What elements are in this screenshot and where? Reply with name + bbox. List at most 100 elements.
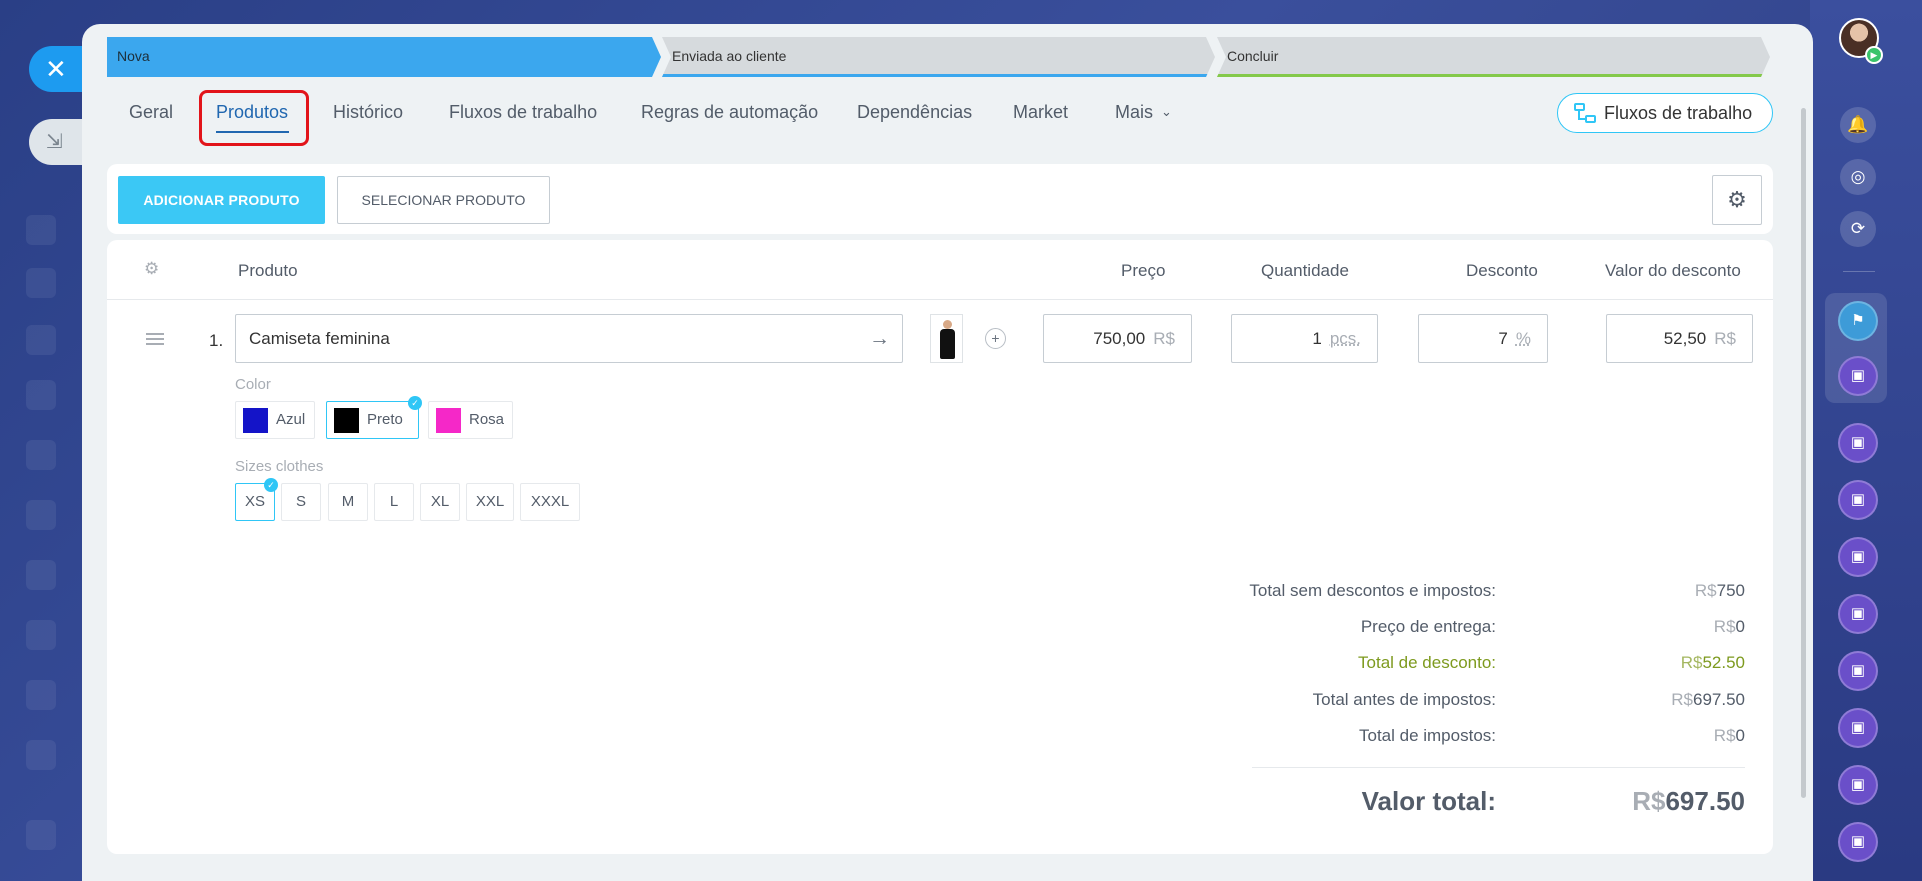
column-header-price: Preço [1121,261,1166,280]
summary-label: Preço de entrega: [1360,617,1496,636]
color-option-preto[interactable]: Preto [326,401,419,439]
tab-mais[interactable]: Mais ⌄ [1115,102,1172,123]
color-option-label: Preto [367,411,403,428]
tab-market[interactable]: Market [1013,102,1068,123]
blurred-app-icon [26,215,56,245]
color-option-azul[interactable]: Azul [235,401,315,439]
color-chip [436,408,461,433]
tab-fluxos-de-trabalho[interactable]: Fluxos de trabalho [449,102,597,123]
summary-amount: 750 [1716,581,1745,600]
chat-contact-icon[interactable]: ▣ [1838,423,1878,463]
discount-unit[interactable]: % [1516,329,1531,348]
chat-contact-icon[interactable]: ▣ [1838,480,1878,520]
product-name-input[interactable]: Camiseta feminina → [235,314,903,363]
bookmark-icon[interactable]: ⚑ [1838,301,1878,341]
stage-concluir[interactable]: Concluir [1217,37,1770,77]
summary-amount: 0 [1735,617,1745,636]
currency-symbol: R$ [1713,726,1736,745]
summary-value: R$750 [1695,581,1745,601]
size-option-s[interactable]: S [281,483,321,521]
summary-value: R$0 [1714,726,1745,746]
currency-symbol: R$ [1632,786,1666,816]
color-option-label: Azul [276,411,306,428]
stage-nova[interactable]: Nova [107,37,661,77]
column-header-discount-value: Valor do desconto [1605,261,1741,280]
discount-input[interactable]: 7% [1418,314,1548,363]
chat-contact-icon[interactable]: ▣ [1838,651,1878,691]
blurred-app-icon [26,680,56,710]
currency-symbol: R$ [1680,653,1703,672]
discount-value: 7 [1498,329,1508,348]
tab-regras-de-automacao[interactable]: Regras de automação [641,102,818,123]
chevron-down-icon: ⌄ [1161,104,1172,119]
discount-amount-value: 52,50 [1663,329,1707,348]
size-option-l[interactable]: L [374,483,414,521]
size-property-label: Sizes clothes [235,458,324,475]
price-input[interactable]: 750,00 R$ [1043,314,1192,363]
add-product-button[interactable]: ADICIONAR PRODUTO [118,176,325,224]
chat-contact-icon[interactable]: ▣ [1838,822,1878,862]
size-option-xxxl[interactable]: XXXL [520,483,580,521]
panel-scrollbar[interactable] [1801,108,1806,798]
stage-enviada-ao-cliente[interactable]: Enviada ao cliente [662,37,1215,77]
summary-label: Total sem descontos e impostos: [1249,581,1496,600]
price-currency: R$ [1153,329,1175,348]
summary-amount: 52.50 [1702,653,1745,672]
quantity-unit[interactable]: pcs. [1330,329,1361,348]
color-chip [334,408,359,433]
chat-contact-icon[interactable]: ▣ [1838,356,1878,396]
tab-historico[interactable]: Histórico [333,102,403,123]
discount-value-input[interactable]: 52,50 R$ [1606,314,1753,363]
color-chip [243,408,268,433]
chat-contact-icon[interactable]: ▣ [1838,594,1878,634]
workflows-button[interactable]: Fluxos de trabalho [1557,93,1773,133]
product-name-value: Camiseta feminina [249,329,390,348]
arrow-right-icon[interactable]: → [869,315,890,362]
currency-symbol: R$ [1713,617,1736,636]
size-option-m[interactable]: M [328,483,368,521]
currency-symbol: R$ [1694,581,1717,600]
gear-icon: ⚙ [1727,187,1747,212]
summary-amount: 697.50 [1693,690,1745,709]
chat-contact-icon[interactable]: ▣ [1838,537,1878,577]
row-number: 1. [209,331,224,350]
sync-chat-icon[interactable]: ⟳ [1840,211,1876,247]
blurred-app-icon [26,325,56,355]
blurred-app-icon [26,820,56,850]
chat-contact-icon[interactable]: ▣ [1838,765,1878,805]
chat-contact-icon[interactable]: ▣ [1838,708,1878,748]
column-settings-gear-icon[interactable]: ⚙ [144,259,159,279]
column-header-discount: Desconto [1466,261,1538,280]
blurred-app-icon [26,500,56,530]
quantity-value: 1 [1312,329,1322,348]
blurred-app-icon [26,440,56,470]
blurred-app-icon [26,380,56,410]
online-status-icon: ▶ [1865,46,1883,64]
currency-symbol: R$ [1671,690,1693,709]
summary-value-discount: R$52.50 [1681,653,1745,673]
drag-handle-icon[interactable] [146,333,164,348]
tab-dependencias[interactable]: Dependências [857,102,972,123]
size-option-xxl[interactable]: XXL [466,483,514,521]
column-header-product: Produto [238,261,298,280]
size-option-xl[interactable]: XL [420,483,460,521]
column-header-quantity: Quantidade [1261,261,1349,280]
blurred-app-icon [26,268,56,298]
discount-amount-currency: R$ [1714,329,1736,348]
blurred-app-icon [26,620,56,650]
tab-geral[interactable]: Geral [129,102,173,123]
color-option-rosa[interactable]: Rosa [428,401,513,439]
summary-value: R$0 [1714,617,1745,637]
workflows-button-label: Fluxos de trabalho [1604,103,1753,123]
add-image-plus-icon[interactable]: + [985,328,1006,349]
sidebar-divider [1843,271,1875,272]
color-property-label: Color [235,376,271,393]
quantity-input[interactable]: 1 pcs. [1231,314,1378,363]
select-product-button[interactable]: SELECIONAR PRODUTO [337,176,550,224]
blurred-app-icon [26,560,56,590]
summary-label: Total de impostos: [1358,726,1496,745]
notifications-bell-icon[interactable]: 🔔 [1840,107,1876,143]
settings-gear-button[interactable]: ⚙ [1712,175,1762,225]
target-icon[interactable]: ◎ [1840,159,1876,195]
product-thumbnail[interactable] [930,314,963,363]
